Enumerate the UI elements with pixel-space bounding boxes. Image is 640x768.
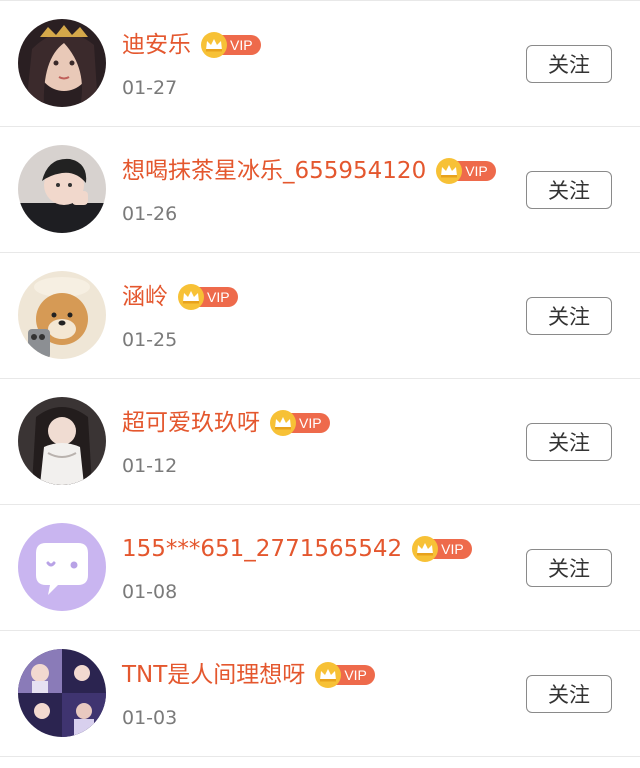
- list-item[interactable]: 涵岭 VIP 01-25 关注: [0, 253, 640, 379]
- crown-icon: [201, 32, 227, 58]
- list-item[interactable]: 超可爱玖玖呀 VIP 01-12 关注: [0, 379, 640, 505]
- avatar[interactable]: [18, 19, 106, 107]
- crown-icon: [412, 536, 439, 562]
- vip-label: VIP: [335, 665, 375, 685]
- follow-button[interactable]: 关注: [526, 423, 612, 461]
- name-line: 涵岭 VIP: [122, 281, 238, 313]
- avatar-photo: [18, 19, 106, 107]
- vip-label: VIP: [456, 161, 496, 181]
- vip-badge: VIP: [315, 662, 375, 688]
- follow-date: 01-27: [122, 77, 178, 99]
- user-name[interactable]: 超可爱玖玖呀: [122, 407, 260, 439]
- vip-badge: VIP: [178, 284, 238, 310]
- crown-icon: [178, 284, 204, 310]
- follow-button[interactable]: 关注: [526, 171, 612, 209]
- avatar[interactable]: [18, 145, 106, 233]
- follow-date: 01-08: [122, 581, 178, 603]
- chat-bubble-icon: [18, 523, 106, 611]
- name-line: 想喝抹茶星冰乐_655954120 VIP: [122, 155, 496, 187]
- list-item[interactable]: TNT是人间理想呀 VIP 01-03 关注: [0, 631, 640, 757]
- avatar-photo: [18, 397, 106, 485]
- vip-badge: VIP: [436, 158, 496, 184]
- avatar-photo: [18, 649, 106, 737]
- follow-button[interactable]: 关注: [526, 297, 612, 335]
- list-item[interactable]: 迪安乐 VIP 01-27 关注: [0, 1, 640, 127]
- user-name[interactable]: 迪安乐: [122, 29, 191, 61]
- follow-button[interactable]: 关注: [526, 45, 612, 83]
- avatar[interactable]: [18, 649, 106, 737]
- vip-badge: VIP: [270, 410, 330, 436]
- avatar[interactable]: [18, 397, 106, 485]
- list-item[interactable]: 想喝抹茶星冰乐_655954120 VIP 01-26 关注: [0, 127, 640, 253]
- list-item[interactable]: 155***651_2771565542 VIP 01-08 关注: [0, 505, 640, 631]
- vip-label: VIP: [432, 539, 472, 559]
- follow-date: 01-03: [122, 707, 178, 729]
- avatar-photo: [18, 145, 106, 233]
- avatar[interactable]: [18, 271, 106, 359]
- avatar-photo: [18, 271, 106, 359]
- follow-button[interactable]: 关注: [526, 675, 612, 713]
- name-line: 超可爱玖玖呀 VIP: [122, 407, 330, 439]
- user-name[interactable]: TNT是人间理想呀: [122, 659, 305, 691]
- follow-date: 01-26: [122, 203, 178, 225]
- avatar[interactable]: [18, 523, 106, 611]
- name-line: TNT是人间理想呀 VIP: [122, 659, 375, 691]
- name-line: 迪安乐 VIP: [122, 29, 261, 61]
- user-name[interactable]: 155***651_2771565542: [122, 533, 402, 565]
- follow-date: 01-12: [122, 455, 178, 477]
- vip-badge: VIP: [201, 32, 261, 58]
- vip-badge: VIP: [412, 536, 472, 562]
- follow-button[interactable]: 关注: [526, 549, 612, 587]
- follow-date: 01-25: [122, 329, 178, 351]
- name-line: 155***651_2771565542 VIP: [122, 533, 472, 565]
- crown-icon: [270, 410, 296, 436]
- user-name[interactable]: 想喝抹茶星冰乐_655954120: [122, 155, 426, 187]
- follow-list: 迪安乐 VIP 01-27 关注 想喝抹茶星冰乐_655954120 VIP 0…: [0, 0, 640, 768]
- user-name[interactable]: 涵岭: [122, 281, 168, 313]
